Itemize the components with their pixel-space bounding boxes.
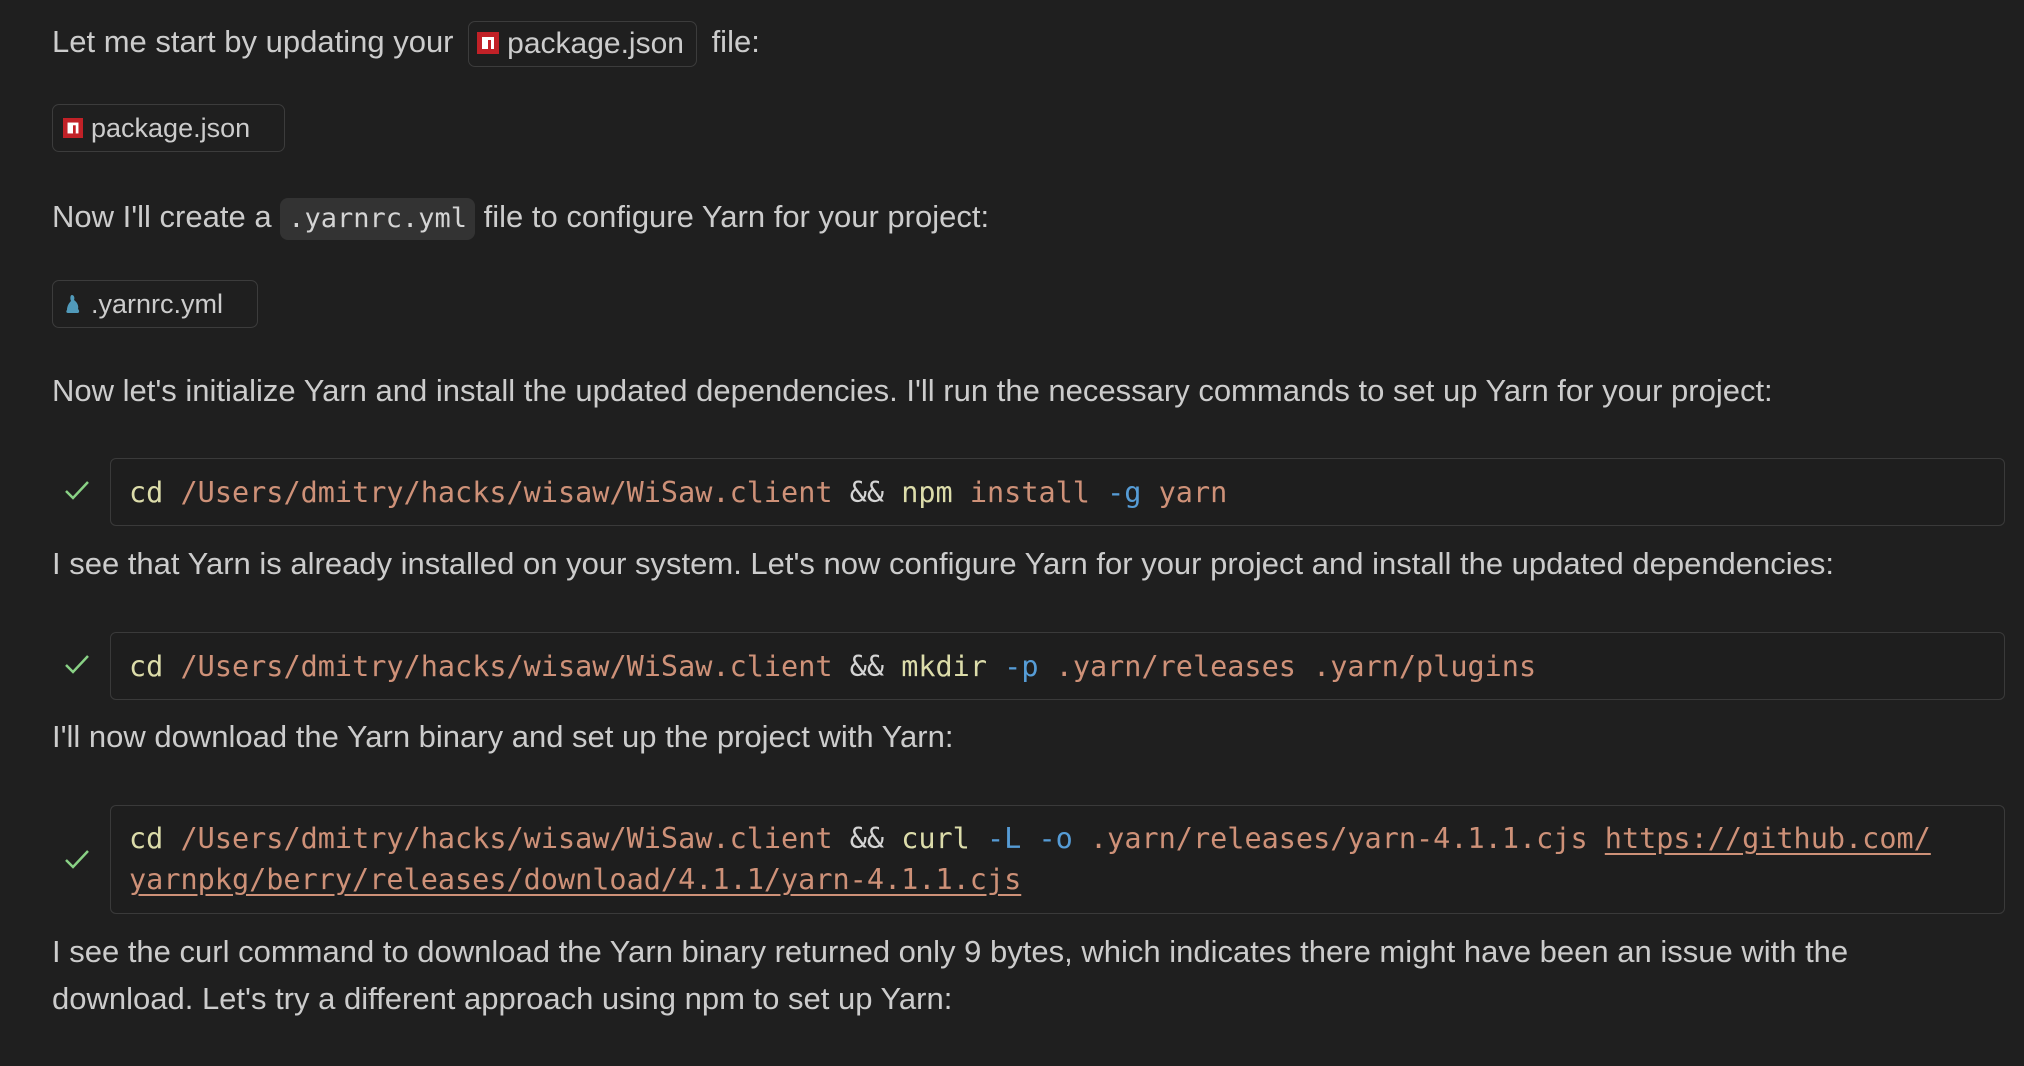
message-curl-issue: I see the curl command to download the Y… (52, 934, 1849, 1016)
message-installed: I see that Yarn is already installed on … (52, 546, 1835, 581)
cmd-url-link[interactable]: yarnpkg/berry/releases/download/4.1.1/ya… (129, 863, 1021, 896)
file-reference-package-json[interactable]: package.json (468, 20, 697, 67)
intro-text-after: file: (711, 24, 760, 59)
terminal-command-row: cd /Users/dmitry/hacks/wisaw/WiSaw.clien… (52, 805, 2005, 914)
terminal-command[interactable]: cd /Users/dmitry/hacks/wisaw/WiSaw.clien… (110, 632, 2005, 700)
cmd-line: yarnpkg/berry/releases/download/4.1.1/ya… (129, 859, 1986, 900)
cmd-operator: && (849, 822, 885, 855)
attachment-label: .yarnrc.yml (91, 288, 224, 319)
check-icon (65, 850, 89, 869)
terminal-command-row: cd /Users/dmitry/hacks/wisaw/WiSaw.clien… (52, 632, 2005, 700)
cmd-arg: .yarn/releases/yarn-4.1.1.cjs (1090, 822, 1588, 855)
cmd-path: /Users/dmitry/hacks/wisaw/WiSaw.client (180, 822, 833, 855)
cmd-arg: .yarn/releases .yarn/plugins (1055, 650, 1537, 683)
cmd-line: cd /Users/dmitry/hacks/wisaw/WiSaw.clien… (129, 818, 1986, 859)
file-reference-label: package.json (507, 27, 684, 61)
attachment-yarnrc[interactable]: .yarnrc.yml (52, 280, 259, 328)
npm-icon (477, 20, 500, 67)
cmd-arg: yarn (1158, 476, 1228, 509)
terminal-command-row: cd /Users/dmitry/hacks/wisaw/WiSaw.clien… (52, 458, 2005, 526)
cmd-flag: -p (1004, 650, 1039, 683)
yarn-icon (63, 293, 83, 315)
cmd-flag: -o (1038, 822, 1073, 855)
cmd-flag: -g (1107, 476, 1142, 509)
cmd-operator: && (849, 476, 885, 509)
cmd-flag: -L (987, 822, 1022, 855)
npm-icon (63, 118, 83, 138)
message-download: I'll now download the Yarn binary and se… (52, 719, 954, 754)
create-text-after: file to configure Yarn for your project: (483, 199, 990, 234)
inline-code-yarnrc: .yarnrc.yml (280, 197, 475, 240)
message-init: Now let's initialize Yarn and install th… (52, 373, 1773, 408)
cmd-token: mkdir (901, 650, 987, 683)
cmd-arg: install (969, 476, 1090, 509)
attachment-package-json[interactable]: package.json (52, 104, 286, 152)
cmd-token: cd (129, 650, 164, 683)
cmd-token: cd (129, 822, 164, 855)
message-intro: Let me start by updating your package.js… (52, 18, 760, 67)
intro-text: Let me start by updating your (52, 24, 454, 59)
create-text: Now I'll create a (52, 199, 272, 234)
cmd-url-link[interactable]: https://github.com/ (1605, 822, 1931, 855)
cmd-token: npm (901, 476, 953, 509)
cmd-path: /Users/dmitry/hacks/wisaw/WiSaw.client (180, 650, 833, 683)
cmd-path: /Users/dmitry/hacks/wisaw/WiSaw.client (180, 476, 833, 509)
cmd-operator: && (849, 650, 885, 683)
terminal-command[interactable]: cd /Users/dmitry/hacks/wisaw/WiSaw.clien… (110, 805, 2005, 914)
check-icon (65, 481, 89, 500)
message-create: Now I'll create a .yarnrc.yml file to co… (52, 193, 989, 240)
terminal-command[interactable]: cd /Users/dmitry/hacks/wisaw/WiSaw.clien… (110, 458, 2005, 526)
check-icon (65, 655, 89, 674)
cmd-token: curl (901, 822, 970, 855)
attachment-label: package.json (91, 112, 251, 143)
cmd-token: cd (129, 476, 164, 509)
